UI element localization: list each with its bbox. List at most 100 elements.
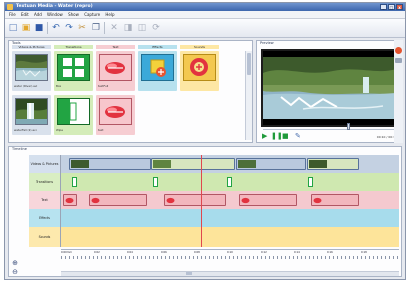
play-icon[interactable]: ▶ bbox=[262, 133, 267, 140]
preview-seek-handle[interactable] bbox=[347, 123, 350, 130]
library-item-transition[interactable]: Wipe bbox=[54, 95, 93, 135]
menu-show[interactable]: Show bbox=[68, 12, 79, 17]
stop-icon[interactable]: ■ bbox=[282, 133, 289, 140]
track-text[interactable]: Text bbox=[29, 191, 399, 209]
video-clip[interactable] bbox=[69, 158, 151, 170]
menu-help[interactable]: Help bbox=[105, 12, 114, 17]
text-clip[interactable] bbox=[89, 194, 147, 206]
menu-edit[interactable]: Edit bbox=[21, 12, 29, 17]
track-videos[interactable]: Videos & Pictures bbox=[29, 155, 399, 173]
transition-marker[interactable] bbox=[153, 177, 158, 187]
zoom-out-icon[interactable]: ⊖ bbox=[11, 268, 19, 276]
library-item-text[interactable]: text bbox=[96, 95, 135, 135]
minimize-button[interactable]: _ bbox=[380, 4, 387, 10]
save-icon[interactable]: ■ bbox=[34, 23, 44, 33]
library-item-text[interactable]: textFull bbox=[96, 51, 135, 91]
track-sounds[interactable]: Sounds bbox=[29, 227, 399, 247]
text-thumbnail bbox=[99, 54, 132, 81]
record-icon[interactable] bbox=[395, 47, 402, 54]
track-label: Text bbox=[29, 191, 61, 209]
library-item-caption: waterFall (2).avi bbox=[14, 128, 37, 132]
video-clip[interactable] bbox=[151, 158, 235, 170]
track-label: Transitions bbox=[29, 173, 61, 191]
zoom-in-icon[interactable]: ⊕ bbox=[11, 259, 19, 267]
timeline-label: Timeline bbox=[12, 147, 27, 151]
col-videos-pictures[interactable]: Videos & Pictures bbox=[12, 45, 51, 49]
tools-panel: Tools Videos & Pictures Transitions Text… bbox=[8, 40, 253, 143]
ruler-tick-label: 0:16 bbox=[327, 251, 333, 254]
library-item-caption: Wipe bbox=[56, 128, 63, 132]
timeline-rows: Videos & Pictures Transitions Text Effec… bbox=[29, 155, 399, 247]
timeline-panel: Timeline Videos & Pictures Transitions T… bbox=[8, 146, 402, 277]
ruler-tick-label: 0:10 bbox=[227, 251, 233, 254]
preview-side-bar bbox=[394, 40, 403, 143]
menu-file[interactable]: File bbox=[9, 12, 16, 17]
library-item-video[interactable]: water (River).avi bbox=[12, 51, 51, 91]
maximize-button[interactable]: □ bbox=[388, 4, 395, 10]
preview-seek-track[interactable] bbox=[263, 129, 397, 130]
ruler-tick-label: 0:14 bbox=[294, 251, 300, 254]
clip-thumb bbox=[71, 160, 89, 168]
transition-marker[interactable] bbox=[227, 177, 232, 187]
video-clip[interactable] bbox=[307, 158, 359, 170]
open-folder-icon[interactable]: ▣ bbox=[21, 23, 31, 33]
text-thumbnail bbox=[99, 98, 132, 125]
cut-icon[interactable]: ✂ bbox=[77, 23, 87, 33]
ruler-tick-label: 0:00mm bbox=[61, 251, 72, 254]
col-text[interactable]: Text bbox=[96, 45, 135, 49]
library-item-video[interactable]: waterFall (2).avi bbox=[12, 95, 51, 135]
video-thumbnail bbox=[15, 54, 48, 81]
scroll-thumb[interactable] bbox=[186, 272, 192, 275]
timeline-ruler: 0:00mm 0:02 0:04 0:06 0:08 0:10 0:12 0:1… bbox=[61, 249, 399, 260]
library-scrollbar[interactable] bbox=[245, 51, 252, 140]
menu-capture[interactable]: Capture bbox=[84, 12, 100, 17]
toolbar-separator bbox=[104, 22, 105, 34]
playhead[interactable] bbox=[201, 155, 202, 247]
redo-icon[interactable]: ↷ bbox=[64, 23, 74, 33]
menu-bar: File Edit Add Window Show Capture Help bbox=[5, 11, 405, 19]
timeline-scrollbar[interactable] bbox=[61, 271, 399, 276]
col-transitions[interactable]: Transitions bbox=[54, 45, 93, 49]
ruler-tick-label: 0:18 bbox=[361, 251, 367, 254]
col-sounds[interactable]: Sounds bbox=[180, 45, 219, 49]
title-bar: Textuan Media - Water (repro) _ □ x bbox=[5, 3, 405, 11]
clip-thumb bbox=[153, 160, 171, 168]
preview-panel-label: Preview bbox=[260, 41, 274, 45]
scroll-thumb[interactable] bbox=[247, 53, 251, 75]
snapshot-icon[interactable]: ✎ bbox=[295, 133, 301, 140]
text-clip[interactable] bbox=[164, 194, 226, 206]
track-label: Sounds bbox=[29, 227, 61, 247]
transition-marker[interactable] bbox=[72, 177, 77, 187]
copy-icon[interactable]: ❐ bbox=[91, 23, 101, 33]
application-window: Textuan Media - Water (repro) _ □ x File E… bbox=[4, 2, 406, 280]
app-icon bbox=[7, 4, 13, 10]
ruler-tick-label: 0:02 bbox=[94, 251, 100, 254]
library-item-effect[interactable] bbox=[138, 51, 177, 91]
trim-icon[interactable]: ◫ bbox=[137, 23, 147, 33]
track-transitions[interactable]: Transitions bbox=[29, 173, 399, 191]
close-button[interactable]: x bbox=[396, 4, 403, 10]
text-clip[interactable] bbox=[239, 194, 297, 206]
text-clip[interactable] bbox=[311, 194, 359, 206]
effect-thumbnail bbox=[141, 54, 174, 81]
track-label: Videos & Pictures bbox=[29, 155, 61, 173]
new-document-icon[interactable]: □ bbox=[8, 23, 18, 33]
undo-icon[interactable]: ↶ bbox=[51, 23, 61, 33]
menu-add[interactable]: Add bbox=[34, 12, 42, 17]
clip-thumb bbox=[309, 160, 327, 168]
library-item-sound[interactable] bbox=[180, 51, 219, 91]
menu-window[interactable]: Window bbox=[47, 12, 63, 17]
col-effects[interactable]: Effects bbox=[138, 45, 177, 49]
pause-icon[interactable]: ❚❚ bbox=[271, 133, 283, 140]
transition-marker[interactable] bbox=[308, 177, 313, 187]
split-clip-icon[interactable]: ◨ bbox=[123, 23, 133, 33]
text-clip[interactable] bbox=[63, 194, 77, 206]
refresh-icon[interactable]: ⟳ bbox=[151, 23, 161, 33]
library-item-transition[interactable]: Box bbox=[54, 51, 93, 91]
toolbar-separator bbox=[47, 22, 48, 34]
video-clip[interactable] bbox=[236, 158, 306, 170]
library-item-caption: text bbox=[98, 128, 104, 132]
delete-icon[interactable]: ✕ bbox=[109, 23, 119, 33]
track-effects[interactable]: Effects bbox=[29, 209, 399, 227]
camera-icon[interactable] bbox=[395, 58, 402, 63]
